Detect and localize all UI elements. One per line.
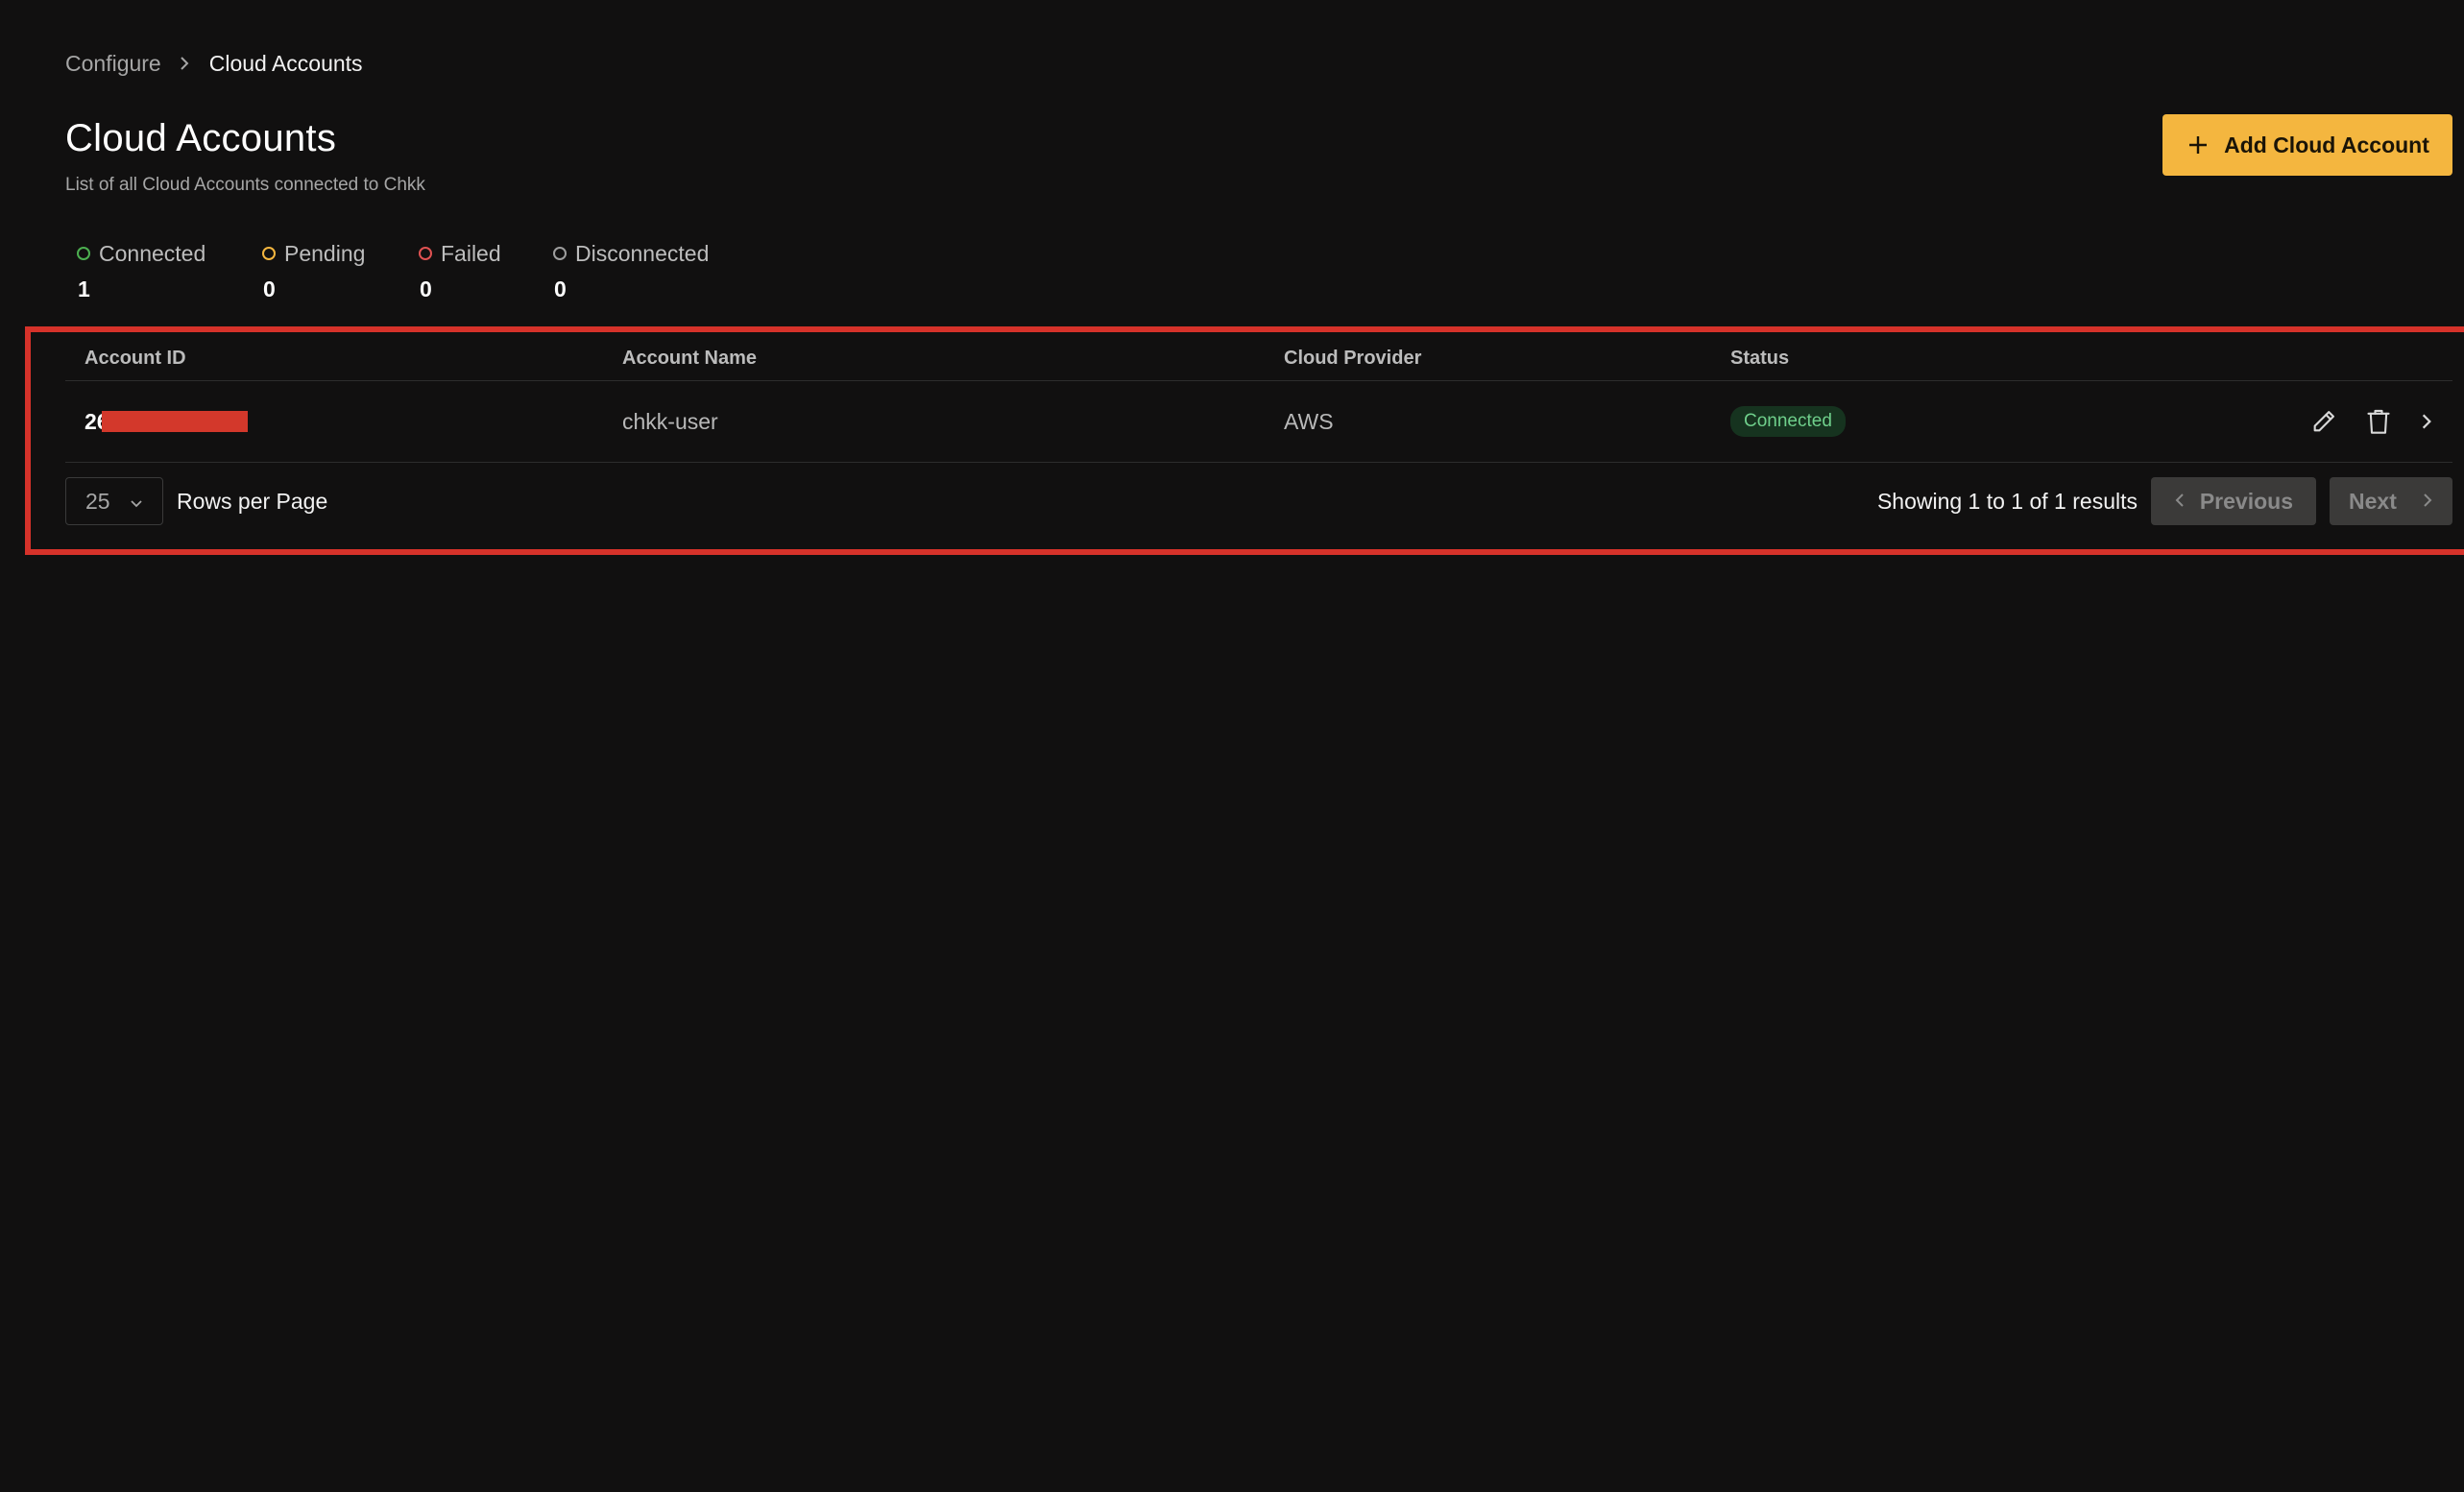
chevron-left-icon <box>2174 489 2186 515</box>
next-page-button[interactable]: Next <box>2330 477 2452 525</box>
pencil-icon[interactable] <box>2310 408 2337 435</box>
stat-value: 0 <box>420 277 432 301</box>
stat-label: Pending <box>284 240 366 266</box>
account-id-cell: 26 <box>85 409 248 435</box>
previous-page-button[interactable]: Previous <box>2151 477 2316 525</box>
add-cloud-account-button[interactable]: Add Cloud Account <box>2162 114 2452 176</box>
column-header-cloud-provider: Cloud Provider <box>1284 347 1422 369</box>
stat-label: Connected <box>99 240 206 266</box>
stat-value: 0 <box>554 277 567 301</box>
next-label: Next <box>2349 488 2397 514</box>
stat-failed: Failed 0 <box>419 238 553 302</box>
pending-status-icon <box>262 247 276 260</box>
breadcrumb: Configure Cloud Accounts <box>65 48 363 79</box>
table-header: Account ID Account Name Cloud Provider S… <box>65 336 2452 381</box>
stat-connected: Connected 1 <box>77 238 262 302</box>
chevron-right-icon <box>2422 489 2433 515</box>
column-header-status: Status <box>1730 347 1790 369</box>
status-summary: Connected 1 Pending 0 Failed 0 Disconnec… <box>77 238 736 302</box>
breadcrumb-configure-link[interactable]: Configure <box>65 51 161 77</box>
table-footer: 25 Rows per Page Showing 1 to 1 of 1 res… <box>65 463 2452 540</box>
cloud-provider-cell: AWS <box>1284 408 1334 434</box>
chevron-right-icon[interactable] <box>2420 412 2433 431</box>
stat-value: 1 <box>78 277 90 301</box>
connected-status-icon <box>77 247 90 260</box>
plus-icon <box>2186 132 2210 157</box>
table-row[interactable]: 26 chkk-user AWS Connected <box>65 381 2452 463</box>
stat-pending: Pending 0 <box>262 238 419 302</box>
chevron-right-icon <box>179 56 190 71</box>
stat-value: 0 <box>263 277 276 301</box>
column-header-account-id: Account ID <box>85 347 186 369</box>
page-title: Cloud Accounts <box>65 117 337 159</box>
cloud-accounts-table: Account ID Account Name Cloud Provider S… <box>65 336 2452 540</box>
rows-per-page-select[interactable]: 25 <box>65 477 163 525</box>
chevron-down-icon <box>130 489 143 515</box>
stat-label: Failed <box>441 240 501 266</box>
previous-label: Previous <box>2199 488 2293 514</box>
stat-disconnected: Disconnected 0 <box>553 238 736 302</box>
stat-label: Disconnected <box>575 240 710 266</box>
rows-per-page-value: 25 <box>85 488 110 514</box>
pagination-controls: Showing 1 to 1 of 1 results Previous Nex… <box>1877 477 2452 525</box>
rows-per-page-label: Rows per Page <box>177 488 328 514</box>
trash-icon[interactable] <box>2366 408 2391 435</box>
add-cloud-account-label: Add Cloud Account <box>2224 132 2429 157</box>
page: Configure Cloud Accounts Cloud Accounts … <box>0 0 2464 1492</box>
disconnected-status-icon <box>553 247 567 260</box>
row-actions <box>2268 408 2452 435</box>
failed-status-icon <box>419 247 432 260</box>
redaction-mark <box>101 411 248 432</box>
column-header-account-name: Account Name <box>622 347 758 369</box>
page-subtitle: List of all Cloud Accounts connected to … <box>65 175 425 195</box>
status-badge: Connected <box>1730 406 1846 437</box>
results-summary: Showing 1 to 1 of 1 results <box>1876 488 2138 514</box>
account-name-cell: chkk-user <box>622 408 718 434</box>
breadcrumb-current: Cloud Accounts <box>208 50 363 76</box>
